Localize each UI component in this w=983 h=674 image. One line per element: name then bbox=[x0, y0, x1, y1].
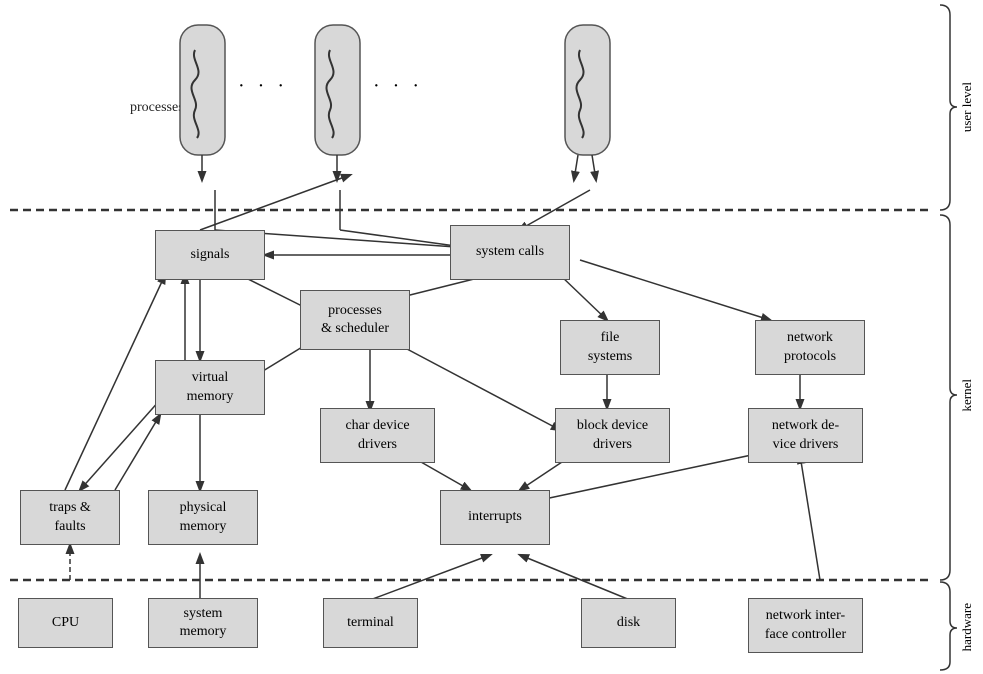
user-level-label: user level bbox=[959, 5, 975, 210]
processes-scheduler-box: processes & scheduler bbox=[300, 290, 410, 350]
network-protocols-box: network protocols bbox=[755, 320, 865, 375]
hardware-label: hardware bbox=[959, 582, 975, 672]
traps-faults-box: traps & faults bbox=[20, 490, 120, 545]
system-memory-box: system memory bbox=[148, 598, 258, 648]
dots-1: · · · bbox=[238, 75, 288, 98]
process-icon-3 bbox=[560, 20, 620, 190]
block-device-drivers-box: block device drivers bbox=[555, 408, 670, 463]
kernel-label: kernel bbox=[959, 215, 975, 575]
cpu-box: CPU bbox=[18, 598, 113, 648]
process-icon-1 bbox=[175, 20, 230, 190]
char-device-drivers-box: char device drivers bbox=[320, 408, 435, 463]
disk-box: disk bbox=[581, 598, 676, 648]
signals-box: signals bbox=[155, 230, 265, 280]
terminal-box: terminal bbox=[323, 598, 418, 648]
process-icon-2 bbox=[310, 20, 365, 190]
network-device-drivers-box: network de- vice drivers bbox=[748, 408, 863, 463]
network-interface-box: network inter- face controller bbox=[748, 598, 863, 653]
interrupts-box: interrupts bbox=[440, 490, 550, 545]
physical-memory-box: physical memory bbox=[148, 490, 258, 545]
system-calls-box: system calls bbox=[450, 225, 570, 280]
file-systems-box: file systems bbox=[560, 320, 660, 375]
diagram: user level kernel hardware processes · ·… bbox=[0, 0, 983, 674]
dots-2: · · · bbox=[373, 75, 423, 98]
virtual-memory-box: virtual memory bbox=[155, 360, 265, 415]
